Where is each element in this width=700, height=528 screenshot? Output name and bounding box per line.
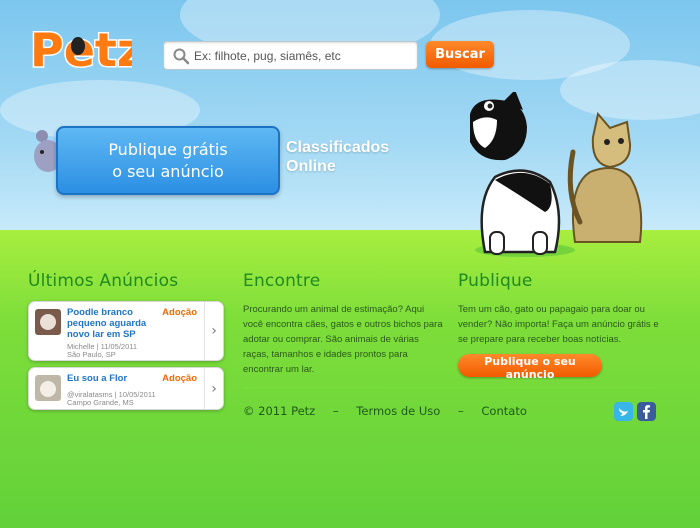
publish-title: Publique [458,271,533,291]
terms-link[interactable]: Termos de Uso [356,404,440,418]
ad-category-badge: Adoção [162,373,197,384]
ad-thumbnail [35,375,61,401]
facebook-icon[interactable] [637,402,656,421]
footer-separator: – [458,404,464,418]
find-text: Procurando um animal de estimação? Aqui … [243,304,443,375]
latest-ads-title: Últimos Anúncios [28,271,179,291]
publish-text: Tem um cão, gato ou papagaio para doar o… [458,304,659,345]
ad-title[interactable]: Eu sou a Flor [67,373,162,384]
publish-free-banner[interactable]: Publique grátis o seu anúncio [56,126,280,195]
find-title: Encontre [243,271,321,291]
ad-card[interactable]: Poodle branco pequeno aguarda novo lar e… [28,301,224,361]
search-icon [173,48,190,65]
banner-line-2: o seu anúncio [112,161,224,181]
search-button[interactable]: Buscar [426,41,494,68]
copyright: © 2011 Petz [243,404,316,418]
footer: © 2011 Petz – Termos de Uso – Contato [243,404,541,418]
ad-location: Campo Grande, MS [67,398,134,407]
chevron-right-icon[interactable]: › [204,302,223,360]
dog-and-cat-illustration [470,92,643,257]
search-box [163,41,418,70]
ad-category-badge: Adoção [162,307,197,318]
publish-ad-button[interactable]: Publique o seu anúncio [458,354,602,381]
footer-separator: – [332,404,339,418]
search-input[interactable] [194,42,409,69]
contact-link[interactable]: Contato [481,404,526,418]
banner-line-1: Publique grátis [108,139,228,159]
twitter-icon[interactable] [614,402,633,421]
divider [243,387,658,388]
tagline-line-1: Classificados [286,139,390,156]
tagline: Classificados Online [286,138,389,176]
ad-location: São Paulo, SP [67,350,116,359]
chevron-right-icon[interactable]: › [204,368,223,409]
tagline-line-2: Online [286,158,336,175]
ad-title[interactable]: Poodle branco pequeno aguarda novo lar e… [67,307,162,340]
ad-card[interactable]: Eu sou a Flor Adoção @viralatasms | 10/0… [28,367,224,410]
ad-thumbnail [35,309,61,335]
petz-logo[interactable]: Petz [28,16,133,77]
